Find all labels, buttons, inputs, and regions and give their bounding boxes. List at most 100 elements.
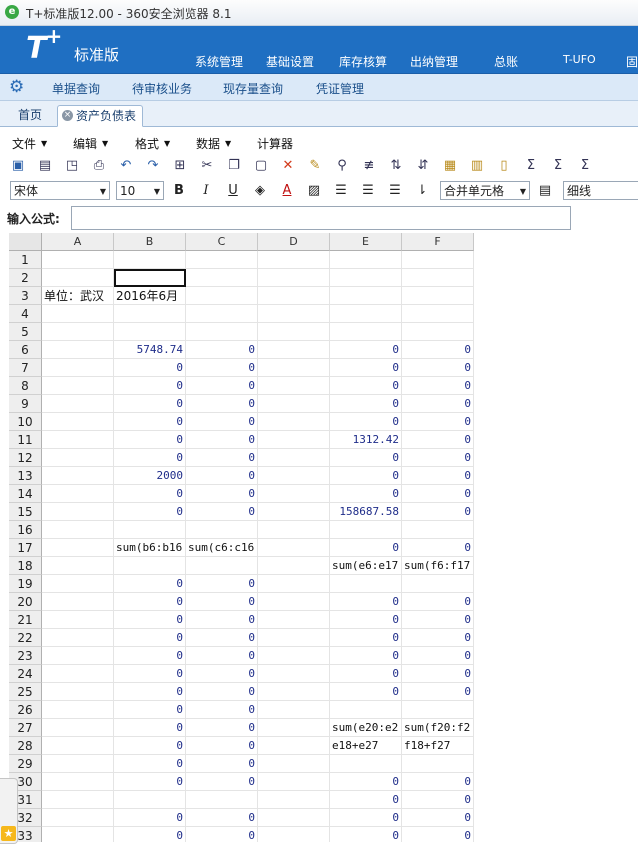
fill-color-icon[interactable]: ◈	[251, 182, 269, 200]
cell-f8[interactable]: 0	[402, 377, 474, 395]
cell-a1[interactable]	[42, 251, 114, 269]
sub-nav-stock-query[interactable]: 现存量查询	[223, 80, 283, 97]
cell-d9[interactable]	[258, 395, 330, 413]
cell-b29[interactable]: 0	[114, 755, 186, 773]
cell-e17[interactable]: 0	[330, 539, 402, 557]
row-header[interactable]: 21	[9, 611, 42, 629]
cell-a32[interactable]	[42, 809, 114, 827]
row-header[interactable]: 3	[9, 287, 42, 305]
cell-c3[interactable]	[186, 287, 258, 305]
cell-e12[interactable]: 0	[330, 449, 402, 467]
cell-d2[interactable]	[258, 269, 330, 287]
cell-e9[interactable]: 0	[330, 395, 402, 413]
redo-icon[interactable]: ↷	[144, 157, 162, 175]
cell-d17[interactable]	[258, 539, 330, 557]
line-style-select[interactable]: 细线	[563, 181, 638, 200]
cell-e10[interactable]: 0	[330, 413, 402, 431]
sum-icon[interactable]: Σ	[522, 157, 540, 175]
row-header[interactable]: 28	[9, 737, 42, 755]
cell-e2[interactable]	[330, 269, 402, 287]
cell-e28[interactable]: e18+e27	[330, 737, 402, 755]
main-menu-ledger[interactable]: 总账	[494, 53, 518, 70]
select-range-icon[interactable]: ⊞	[171, 157, 189, 175]
row-header[interactable]: 1	[9, 251, 42, 269]
cell-c31[interactable]	[186, 791, 258, 809]
cell-b16[interactable]	[114, 521, 186, 539]
cell-b11[interactable]: 0	[114, 431, 186, 449]
cell-c13[interactable]: 0	[186, 467, 258, 485]
cell-f24[interactable]: 0	[402, 665, 474, 683]
cell-b5[interactable]	[114, 323, 186, 341]
cell-c11[interactable]: 0	[186, 431, 258, 449]
cell-c2[interactable]	[186, 269, 258, 287]
cell-a3[interactable]: 单位：武汉	[42, 287, 114, 305]
cell-d11[interactable]	[258, 431, 330, 449]
cell-c30[interactable]: 0	[186, 773, 258, 791]
cell-d10[interactable]	[258, 413, 330, 431]
row-header[interactable]: 29	[9, 755, 42, 773]
cell-c25[interactable]: 0	[186, 683, 258, 701]
cell-c27[interactable]: 0	[186, 719, 258, 737]
tab-balance-sheet[interactable]: × 资产负债表	[57, 105, 143, 127]
cell-f10[interactable]: 0	[402, 413, 474, 431]
cell-e6[interactable]: 0	[330, 341, 402, 359]
cell-b10[interactable]: 0	[114, 413, 186, 431]
cell-c32[interactable]: 0	[186, 809, 258, 827]
cell-f16[interactable]	[402, 521, 474, 539]
cell-b4[interactable]	[114, 305, 186, 323]
paste-icon[interactable]: ▢	[252, 157, 270, 175]
cell-c16[interactable]	[186, 521, 258, 539]
cell-f21[interactable]: 0	[402, 611, 474, 629]
cell-a10[interactable]	[42, 413, 114, 431]
cell-f7[interactable]: 0	[402, 359, 474, 377]
main-menu-inventory[interactable]: 库存核算	[339, 53, 387, 70]
cell-d20[interactable]	[258, 593, 330, 611]
cell-b13[interactable]: 2000	[114, 467, 186, 485]
column-header-c[interactable]: C	[186, 233, 258, 251]
column-header-b[interactable]: B	[114, 233, 186, 251]
bold-icon[interactable]: B	[170, 182, 188, 200]
cell-b32[interactable]: 0	[114, 809, 186, 827]
cell-d23[interactable]	[258, 647, 330, 665]
row-header[interactable]: 18	[9, 557, 42, 575]
cell-d26[interactable]	[258, 701, 330, 719]
cell-d12[interactable]	[258, 449, 330, 467]
cell-b19[interactable]: 0	[114, 575, 186, 593]
cell-b24[interactable]: 0	[114, 665, 186, 683]
cell-d28[interactable]	[258, 737, 330, 755]
cell-c15[interactable]: 0	[186, 503, 258, 521]
cell-b25[interactable]: 0	[114, 683, 186, 701]
cell-b14[interactable]: 0	[114, 485, 186, 503]
cell-e20[interactable]: 0	[330, 593, 402, 611]
cell-c1[interactable]	[186, 251, 258, 269]
row-header[interactable]: 13	[9, 467, 42, 485]
cell-d5[interactable]	[258, 323, 330, 341]
cell-a30[interactable]	[42, 773, 114, 791]
cell-e4[interactable]	[330, 305, 402, 323]
cell-f17[interactable]: 0	[402, 539, 474, 557]
cell-a9[interactable]	[42, 395, 114, 413]
cell-f28[interactable]: f18+f27	[402, 737, 474, 755]
cell-a31[interactable]	[42, 791, 114, 809]
cell-e24[interactable]: 0	[330, 665, 402, 683]
cell-b17[interactable]: sum(b6:b16	[114, 539, 186, 557]
row-header[interactable]: 27	[9, 719, 42, 737]
copy-icon[interactable]: ❐	[225, 157, 243, 175]
cell-f31[interactable]: 0	[402, 791, 474, 809]
cell-d25[interactable]	[258, 683, 330, 701]
cell-d22[interactable]	[258, 629, 330, 647]
merge-cells-select[interactable]: 合并单元格 ▼	[440, 181, 530, 200]
cell-a28[interactable]	[42, 737, 114, 755]
cell-e19[interactable]	[330, 575, 402, 593]
sub-nav-voucher[interactable]: 凭证管理	[316, 80, 364, 97]
formula-input[interactable]	[71, 206, 571, 230]
cell-a8[interactable]	[42, 377, 114, 395]
document-icon[interactable]: ▯	[495, 157, 513, 175]
cell-f26[interactable]	[402, 701, 474, 719]
cell-b12[interactable]: 0	[114, 449, 186, 467]
wrap-text-icon[interactable]: ⇂	[413, 182, 431, 200]
cell-a25[interactable]	[42, 683, 114, 701]
cell-e7[interactable]: 0	[330, 359, 402, 377]
cell-b33[interactable]: 0	[114, 827, 186, 842]
row-sum-icon[interactable]: Σ	[549, 157, 567, 175]
